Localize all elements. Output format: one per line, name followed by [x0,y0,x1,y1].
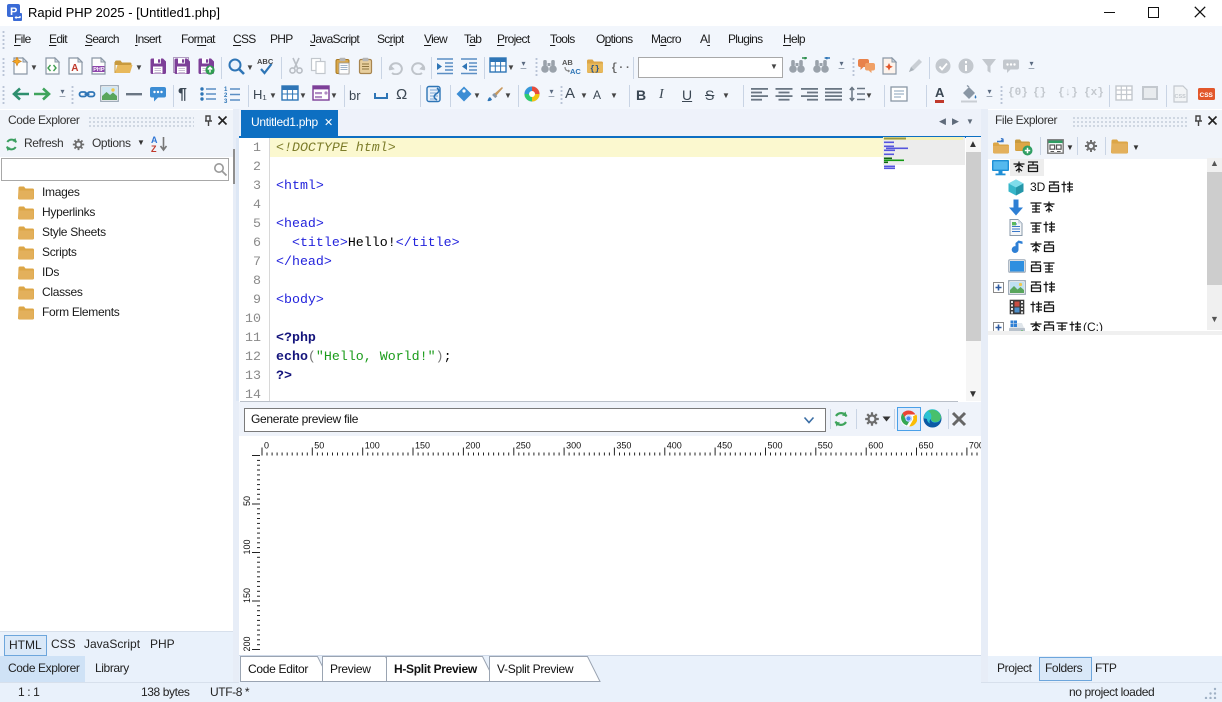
svg-text:150: 150 [415,441,430,451]
svg-text:3: 3 [224,99,228,103]
svg-text:CSS: CSS [1175,94,1187,100]
svg-text:600: 600 [868,441,883,451]
svg-text:100: 100 [365,441,380,451]
svg-text:300: 300 [566,441,581,451]
svg-text:200: 200 [242,636,252,651]
svg-text:200: 200 [465,441,480,451]
svg-text:500: 500 [768,441,783,451]
svg-text:{}: {} [590,65,600,74]
svg-text:50: 50 [242,496,252,506]
svg-text:50: 50 [314,441,324,451]
svg-text:Code Editor: Code Editor [248,662,308,676]
svg-text:Z: Z [151,144,157,154]
svg-text:Preview: Preview [330,662,371,676]
svg-text:250: 250 [516,441,531,451]
svg-text:650: 650 [919,441,934,451]
svg-text:{··}: {··} [611,63,631,75]
svg-text:700: 700 [969,441,981,451]
svg-text:450: 450 [717,441,732,451]
svg-text:CSS: CSS [1200,92,1214,99]
svg-text:A: A [71,63,78,74]
svg-text:AC: AC [570,67,581,75]
svg-text:550: 550 [818,441,833,451]
svg-text:350: 350 [616,441,631,451]
svg-text:100: 100 [242,539,252,554]
svg-text:150: 150 [242,588,252,603]
svg-text:H-Split Preview: H-Split Preview [394,662,478,676]
svg-text:400: 400 [667,441,682,451]
svg-text:0: 0 [264,441,269,451]
svg-text:V-Split Preview: V-Split Preview [497,662,574,676]
svg-text:AB: AB [562,58,573,67]
svg-text:PHP: PHP [93,67,105,73]
